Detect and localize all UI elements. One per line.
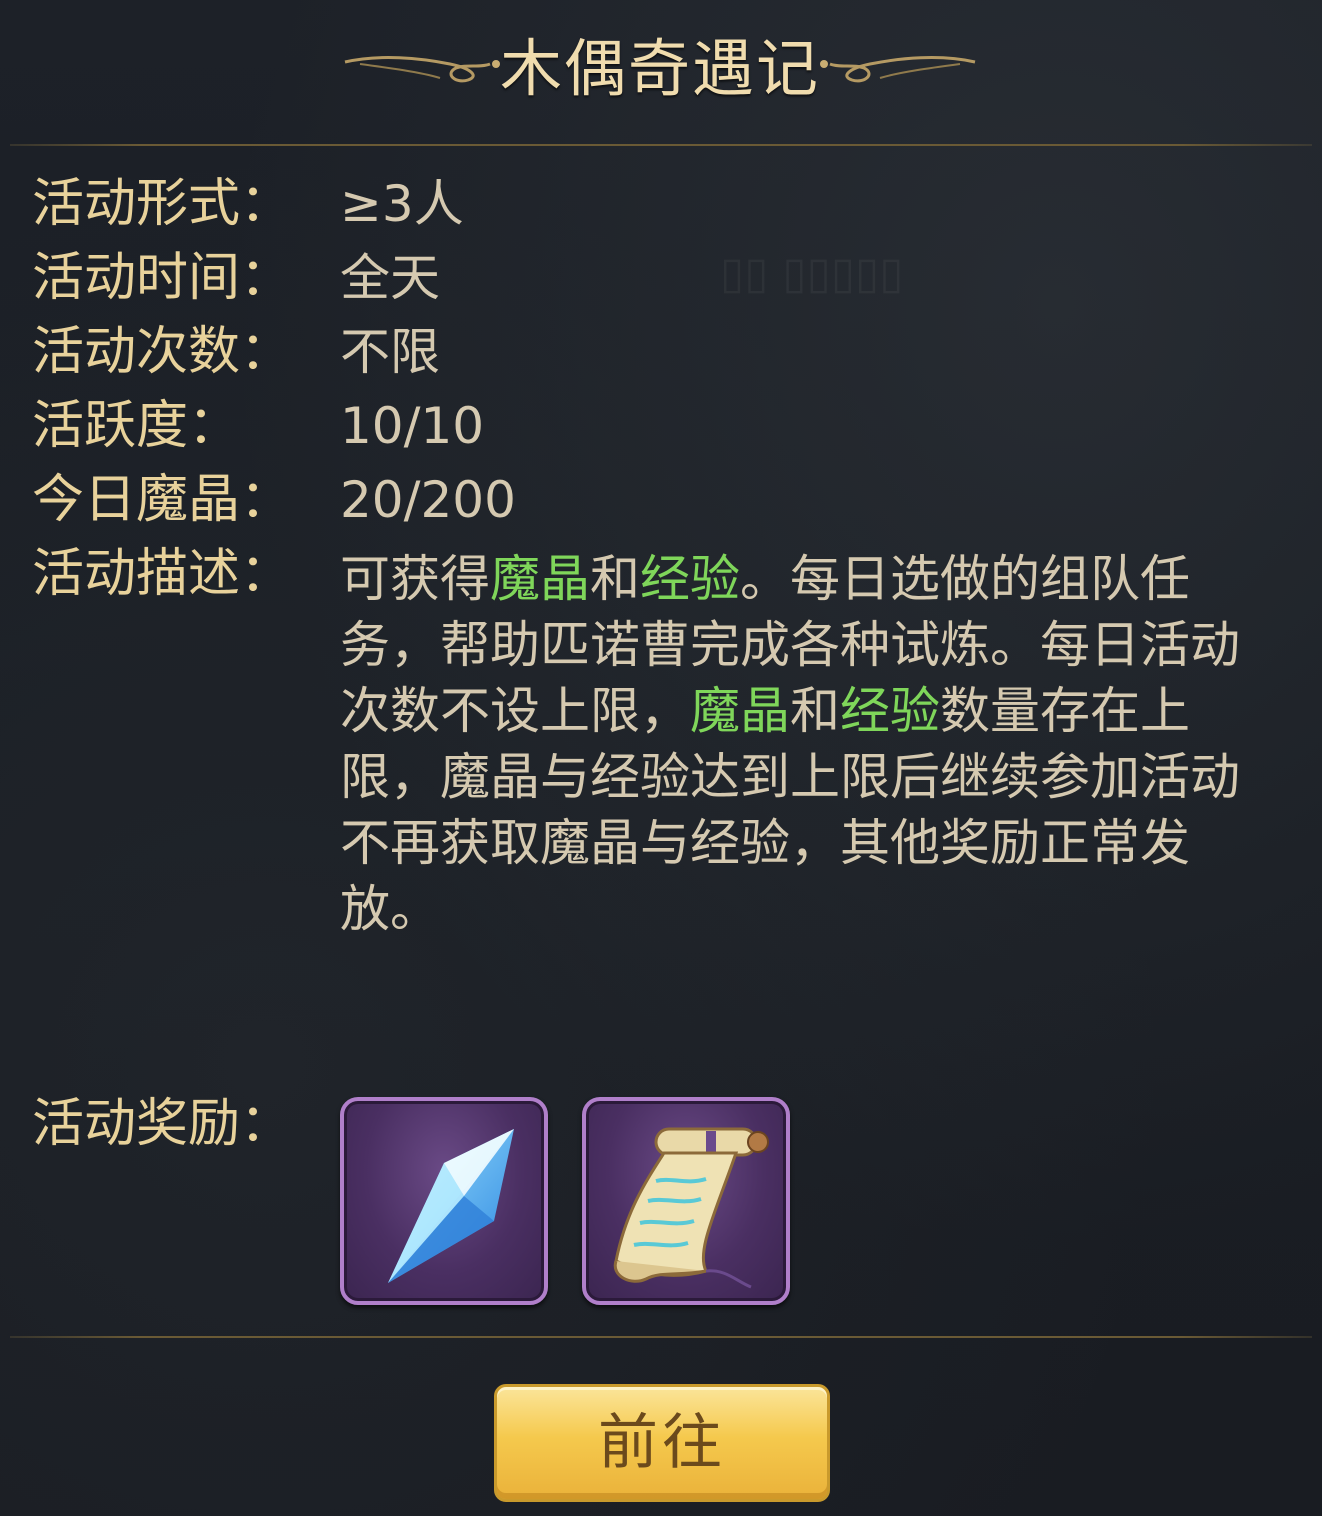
row-crystal-today: 今日魔晶： 20/200 — [0, 468, 1322, 542]
bottom-divider — [10, 1336, 1312, 1338]
row-activity-count: 活动次数： 不限 — [0, 320, 1322, 394]
top-divider — [10, 144, 1312, 146]
scroll-icon — [613, 1127, 769, 1289]
activity-form-value: ≥3人 — [340, 175, 464, 233]
description-text: 可获得魔晶和经验。每日选做的组队任务，帮助匹诺曹完成各种试炼。每日活动次数不设上… — [340, 546, 1240, 942]
crystal-today-label: 今日魔晶： — [32, 470, 293, 530]
row-activity-time: 活动时间： 全天 — [0, 246, 1322, 320]
activity-time-value: 全天 — [340, 249, 440, 307]
desc-highlight: 魔晶 — [490, 550, 590, 608]
go-button-label: 前往 — [598, 1408, 726, 1478]
reward-slot-scroll[interactable] — [582, 1097, 790, 1305]
desc-highlight: 经验 — [640, 550, 740, 608]
activity-count-label: 活动次数： — [32, 322, 293, 382]
desc-highlight: 经验 — [840, 682, 940, 740]
row-activity-form: 活动形式： ≥3人 — [0, 172, 1322, 246]
activity-points-value: 10/10 — [340, 397, 485, 455]
rewards-label: 活动奖励： — [32, 1094, 293, 1154]
go-button[interactable]: 前往 — [494, 1384, 830, 1502]
desc-highlight: 魔晶 — [690, 682, 790, 740]
activity-points-label: 活跃度： — [32, 396, 241, 456]
row-activity-points: 活跃度： 10/10 — [0, 394, 1322, 468]
desc-segment: 和 — [590, 550, 640, 608]
desc-segment: 和 — [790, 682, 840, 740]
activity-detail-panel: ▯▯ ▯▯▯▯▯ 木偶奇遇记 活动形式： ≥3人 活动时间： 全天 活动次数： … — [0, 0, 1322, 1516]
activity-form-label: 活动形式： — [32, 174, 293, 234]
desc-segment: 可获得 — [340, 550, 490, 608]
title-banner: 木偶奇遇记 — [330, 14, 990, 114]
description-label: 活动描述： — [32, 544, 293, 604]
reward-slot-crystal[interactable] — [340, 1097, 548, 1305]
crystal-today-value: 20/200 — [340, 471, 516, 529]
activity-time-label: 活动时间： — [32, 248, 293, 308]
blue-crystal-icon — [388, 1129, 514, 1283]
right-ornament-icon — [820, 56, 976, 83]
activity-count-value: 不限 — [340, 323, 440, 381]
